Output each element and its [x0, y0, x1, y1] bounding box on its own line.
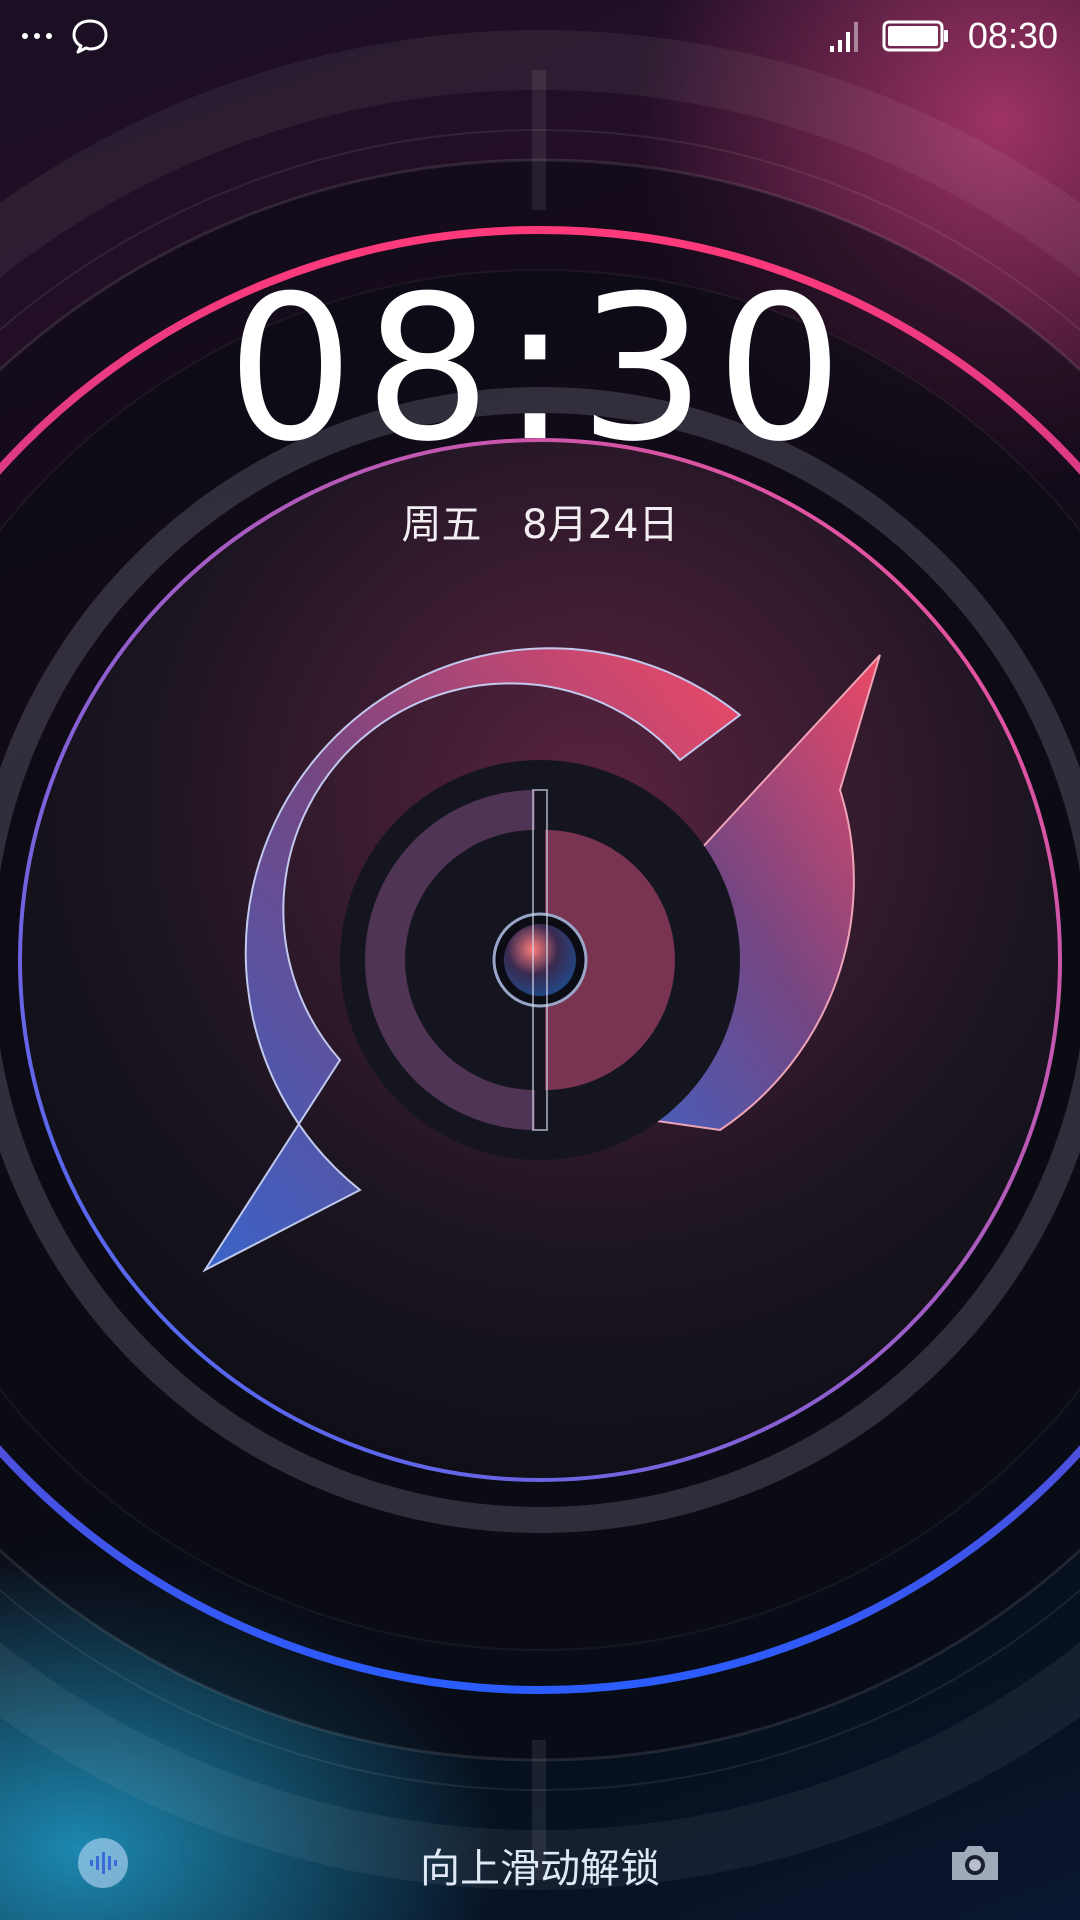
clock-time: 08:30 — [226, 253, 854, 486]
lock-screen: 08:30 08:30 周五 8月24日 向上滑动解锁 — [0, 0, 1080, 1920]
date-row: 周五 8月24日 — [0, 492, 1080, 550]
signal-icon — [829, 22, 858, 52]
weekday-label: 周五 — [401, 502, 482, 548]
lockscreen-clock: 08:30 — [0, 260, 1080, 480]
status-time: 08:30 — [967, 15, 1058, 56]
camera-icon[interactable] — [948, 1842, 1002, 1884]
status-left — [22, 16, 110, 56]
unlock-hint[interactable]: 向上滑动解锁 — [0, 1836, 1080, 1894]
status-right: 08:30 — [828, 14, 1058, 58]
status-bar: 08:30 — [0, 0, 1080, 72]
more-dots-icon — [22, 33, 52, 39]
chat-bubble-icon — [72, 19, 108, 54]
battery-icon — [882, 20, 948, 52]
date-label: 8月24日 — [522, 502, 679, 548]
